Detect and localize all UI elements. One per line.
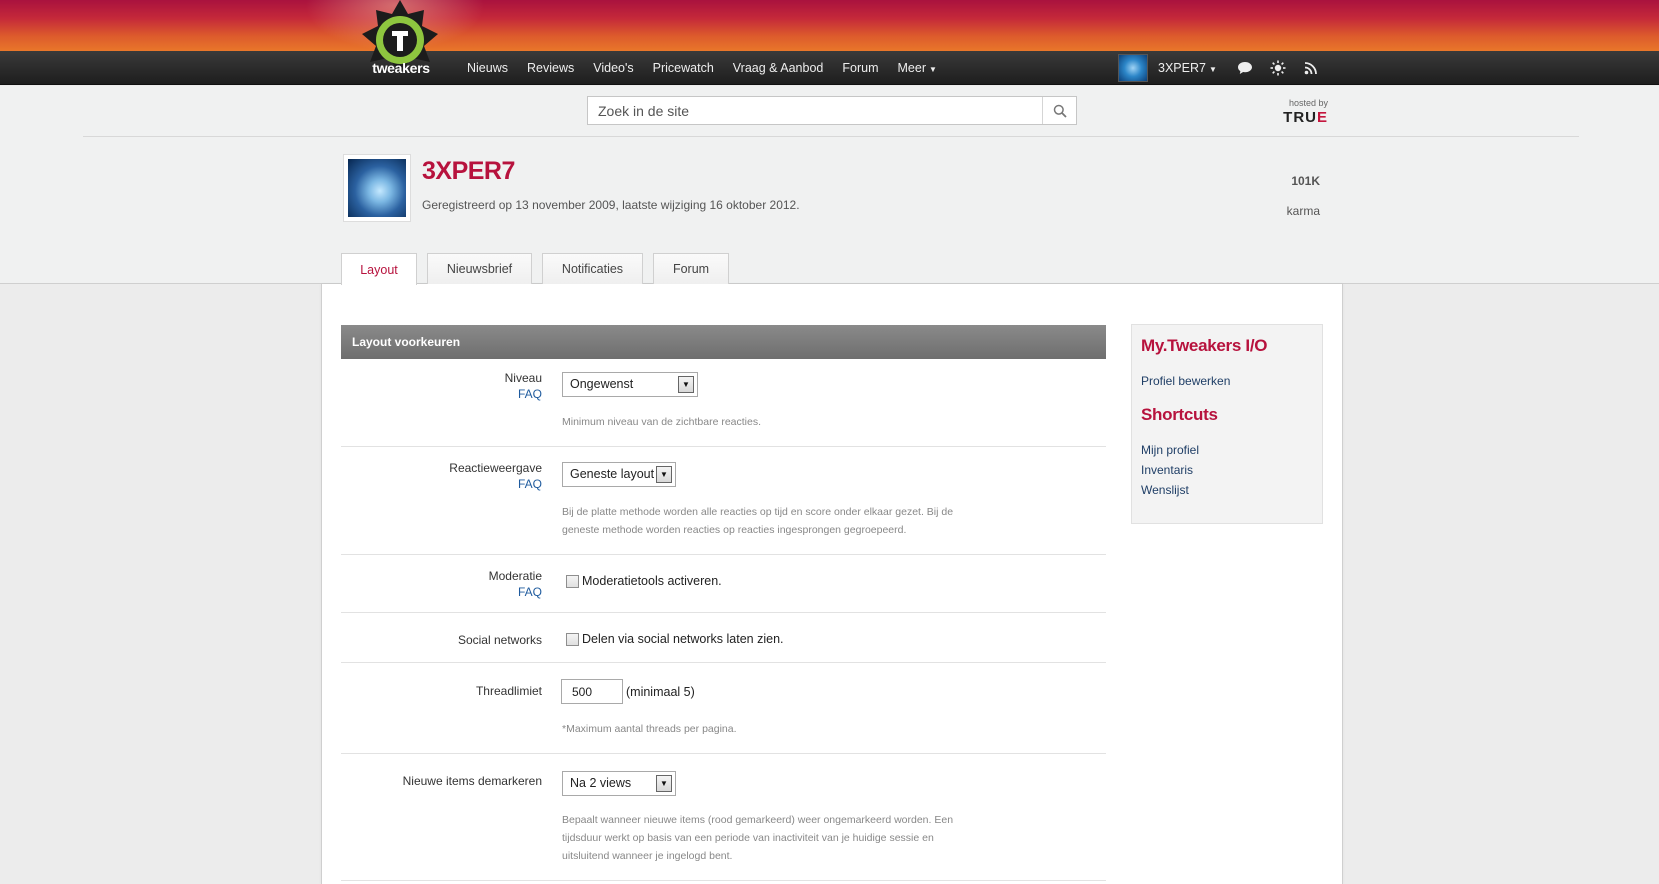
brightness-icon[interactable]: [1270, 60, 1286, 76]
chevron-down-icon: ▼: [678, 376, 694, 393]
hosted-by[interactable]: hosted by TRUE: [1268, 98, 1328, 126]
user-name-menu[interactable]: 3XPER7 ▼: [1158, 61, 1217, 75]
reactieweergave-select-value: Geneste layout: [570, 467, 655, 481]
reactieweergave-select[interactable]: Geneste layout ▼: [562, 462, 676, 487]
social-networks-checkbox-label[interactable]: Delen via social networks laten zien.: [582, 632, 784, 646]
tab-forum[interactable]: Forum: [653, 253, 729, 284]
nav-meer-label: Meer: [897, 61, 926, 75]
tab-nieuwsbrief[interactable]: Nieuwsbrief: [427, 253, 532, 284]
nav-meer[interactable]: Meer ▼: [898, 61, 937, 75]
nav-reviews[interactable]: Reviews: [527, 61, 574, 75]
user-avatar-small[interactable]: [1118, 54, 1148, 82]
profile-avatar: [343, 154, 411, 222]
reactieweergave-help-2: geneste methode worden reacties op react…: [562, 524, 907, 536]
section-title: Layout voorkeuren: [341, 325, 1106, 359]
sidebar-link-mijn-profiel[interactable]: Mijn profiel: [1141, 443, 1199, 457]
row-divider: [341, 554, 1106, 555]
threadlimiet-help: *Maximum aantal threads per pagina.: [562, 723, 737, 735]
demarkeren-select[interactable]: Na 2 views ▼: [562, 771, 676, 796]
profile-tabs: Layout Nieuwsbrief Notificaties Forum: [341, 253, 739, 285]
moderatie-label: Moderatie: [488, 569, 542, 583]
hosted-label: hosted by: [1288, 98, 1328, 108]
niveau-faq-link[interactable]: FAQ: [342, 387, 542, 401]
profile-name: 3XPER7: [422, 157, 515, 185]
chevron-down-icon: ▼: [656, 775, 672, 792]
demarkeren-label: Nieuwe items demarkeren: [402, 774, 542, 788]
niveau-select-value: Ongewenst: [570, 377, 634, 391]
chevron-down-icon: ▼: [1208, 65, 1217, 74]
social-networks-label: Social networks: [457, 633, 542, 647]
sidebar-link-wenslijst[interactable]: Wenslijst: [1141, 483, 1189, 497]
tab-layout[interactable]: Layout: [341, 253, 417, 285]
karma-label: karma: [1286, 204, 1320, 218]
user-menu: 3XPER7 ▼: [1118, 51, 1336, 85]
sidebar-heading-mytweakers: My.Tweakers I/O: [1141, 336, 1268, 355]
niveau-label: Niveau: [504, 371, 542, 385]
reactieweergave-help-1: Bij de platte methode worden alle reacti…: [562, 506, 954, 518]
row-divider: [341, 446, 1106, 447]
social-networks-option: Delen via social networks laten zien.: [566, 632, 784, 646]
reactieweergave-faq-link[interactable]: FAQ: [342, 477, 542, 491]
demarkeren-help-1: Bepaalt wanneer nieuwe items (rood gemar…: [562, 814, 954, 826]
threadlimiet-suffix: (minimaal 5): [626, 685, 695, 699]
demarkeren-help-2: tijdsduur werkt op basis van een periode…: [562, 832, 934, 844]
sidebar-link-inventaris[interactable]: Inventaris: [1141, 463, 1193, 477]
nav-nieuws[interactable]: Nieuws: [467, 61, 508, 75]
sidebar-link-profiel-bewerken[interactable]: Profiel bewerken: [1141, 374, 1230, 388]
moderatie-checkbox-label[interactable]: Moderatietools activeren.: [582, 574, 722, 588]
user-name-label: 3XPER7: [1158, 61, 1206, 75]
search-icon: [1053, 104, 1067, 118]
header-divider: [83, 136, 1579, 137]
rss-icon[interactable]: [1303, 60, 1319, 76]
demarkeren-select-value: Na 2 views: [570, 776, 632, 790]
moderatie-option: Moderatietools activeren.: [566, 574, 722, 588]
nav-pricewatch[interactable]: Pricewatch: [653, 61, 714, 75]
chevron-down-icon: ▼: [928, 65, 937, 74]
row-divider: [341, 612, 1106, 613]
reactieweergave-label: Reactieweergave: [449, 461, 542, 475]
niveau-help: Minimum niveau van de zichtbare reacties…: [562, 416, 762, 428]
row-divider: [341, 880, 1106, 881]
moderatie-checkbox[interactable]: [566, 574, 579, 588]
avatar-image: [348, 159, 406, 217]
chat-icon[interactable]: [1237, 60, 1253, 76]
main-nav: Nieuws Reviews Video's Pricewatch Vraag …: [467, 51, 956, 85]
moderatie-faq-link[interactable]: FAQ: [342, 585, 542, 599]
karma-value: 101K: [1291, 174, 1320, 188]
search-input[interactable]: [588, 97, 1043, 124]
threadlimiet-label: Threadlimiet: [475, 684, 542, 698]
nav-videos[interactable]: Video's: [593, 61, 633, 75]
tab-notificaties[interactable]: Notificaties: [542, 253, 643, 284]
social-networks-checkbox[interactable]: [566, 632, 579, 646]
nav-vraag-aanbod[interactable]: Vraag & Aanbod: [733, 61, 824, 75]
true-logo-accent: E: [1316, 109, 1328, 126]
row-divider: [341, 662, 1106, 663]
niveau-select[interactable]: Ongewenst ▼: [562, 372, 698, 397]
sidebar-heading-shortcuts: Shortcuts: [1141, 405, 1218, 424]
chevron-down-icon: ▼: [656, 466, 672, 483]
search-box: [587, 96, 1077, 125]
demarkeren-help-3: uitsluitend wanneer je ingelogd bent.: [562, 850, 733, 862]
search-button[interactable]: [1042, 97, 1076, 124]
true-logo-main: TRU: [1283, 109, 1317, 126]
row-divider: [341, 753, 1106, 754]
logo-text[interactable]: tweakers: [366, 60, 436, 76]
profile-meta: Geregistreerd op 13 november 2009, laats…: [422, 198, 800, 212]
nav-forum[interactable]: Forum: [842, 61, 878, 75]
top-banner: [0, 0, 1659, 51]
true-logo: TRUE: [1268, 109, 1328, 126]
threadlimiet-input[interactable]: [561, 679, 623, 704]
